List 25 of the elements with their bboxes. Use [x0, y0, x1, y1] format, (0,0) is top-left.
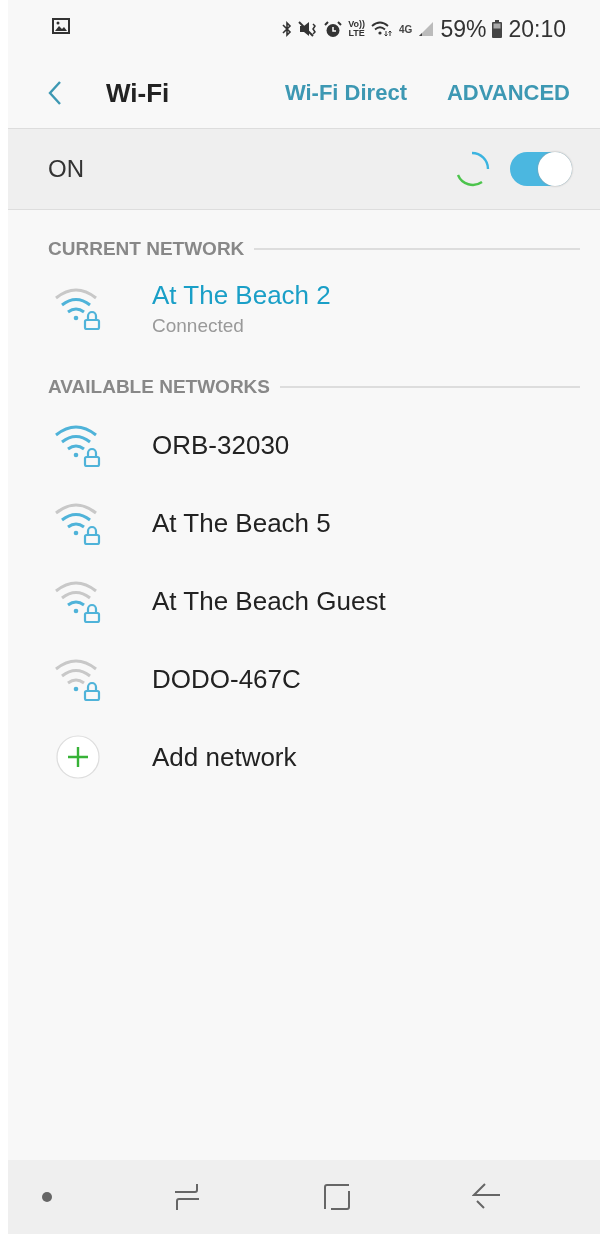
wifi-state-label: ON — [48, 155, 84, 183]
wifi-data-icon — [371, 21, 394, 37]
recent-apps-icon[interactable] — [173, 1182, 202, 1212]
network-item[interactable]: ORB-32030 — [8, 406, 600, 484]
home-icon[interactable] — [322, 1183, 351, 1211]
gallery-icon — [52, 18, 70, 34]
add-network-item[interactable]: Add network — [8, 718, 600, 796]
network-item[interactable]: DODO-467C — [8, 640, 600, 718]
section-heading: CURRENT NETWORK — [48, 238, 245, 260]
signal-icon — [418, 21, 435, 37]
wifi-toggle[interactable] — [510, 152, 572, 186]
page-title: Wi-Fi — [106, 77, 170, 109]
alarm-icon — [324, 20, 343, 38]
section-heading: AVAILABLE NETWORKS — [48, 376, 270, 398]
battery-icon — [492, 20, 503, 38]
network-item[interactable]: At The Beach 5 — [8, 484, 600, 562]
network-item[interactable]: At The Beach Guest — [8, 562, 600, 640]
vibrate-mute-icon — [298, 21, 319, 37]
volte-indicator: Vo)) LTE — [348, 20, 366, 38]
clock-time: 20:10 — [508, 15, 566, 43]
battery-percentage: 59% — [440, 15, 487, 43]
network-type-label: 4G — [399, 23, 413, 35]
nav-dot-icon[interactable] — [42, 1192, 52, 1202]
plus-icon — [56, 735, 100, 779]
bluetooth-icon — [282, 21, 293, 37]
